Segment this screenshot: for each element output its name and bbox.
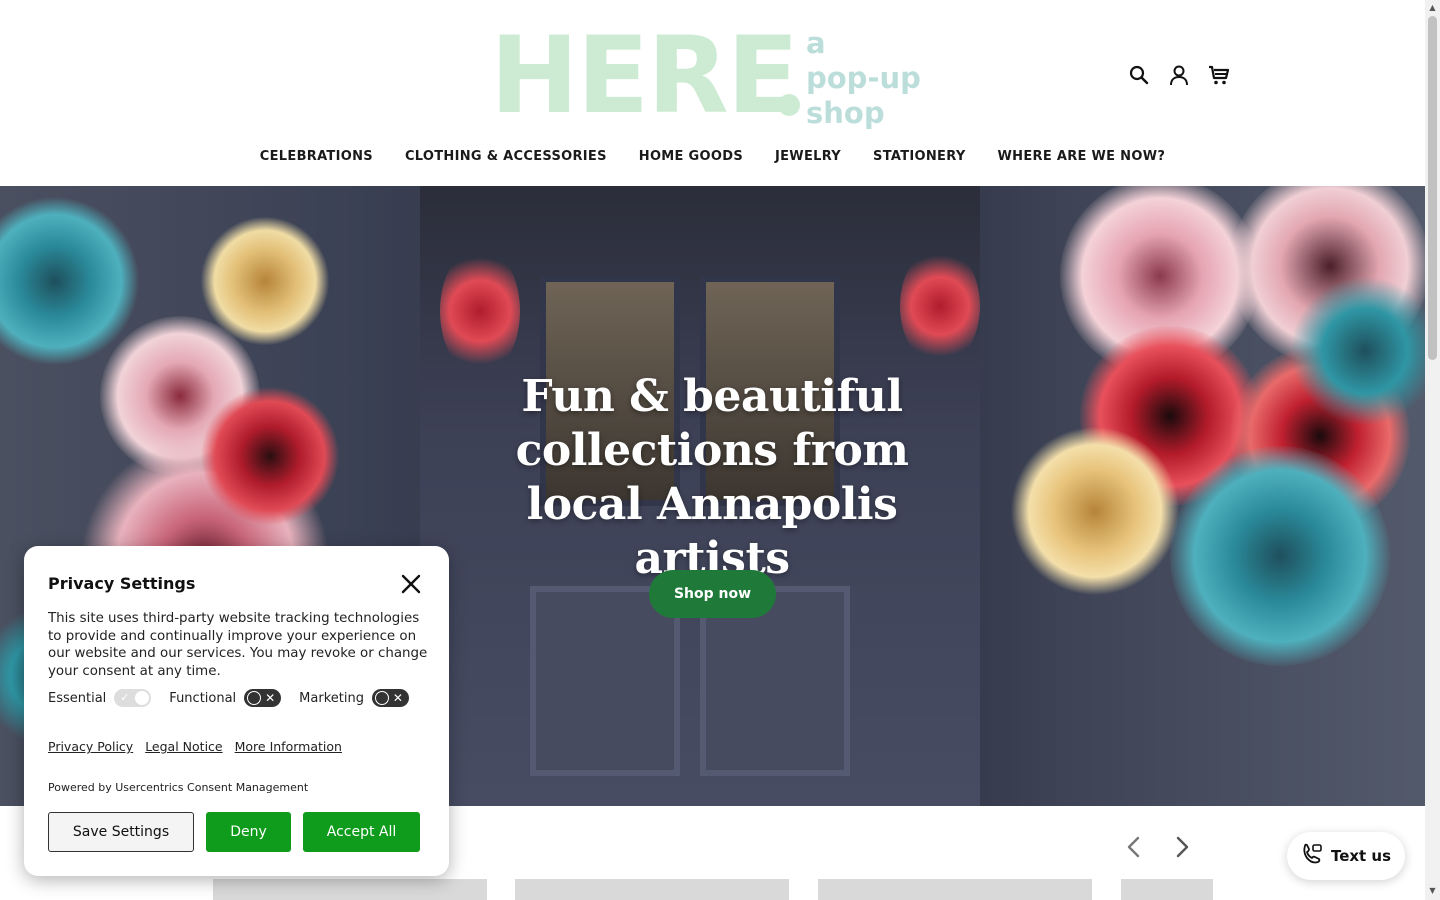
product-card[interactable] xyxy=(213,879,487,900)
essential-toggle: ✓ xyxy=(114,689,152,707)
site-header: HERE a pop-up shop CELEBRATIONS CLOTHING… xyxy=(0,0,1425,186)
scroll-thumb[interactable] xyxy=(1428,16,1437,360)
flower-decoration xyxy=(440,246,520,376)
shop-now-button[interactable]: Shop now xyxy=(649,570,776,618)
more-information-link[interactable]: More Information xyxy=(235,739,342,754)
product-card[interactable] xyxy=(1121,879,1213,900)
privacy-settings-dialog: Privacy Settings This site uses third-pa… xyxy=(24,546,449,876)
product-card[interactable] xyxy=(818,879,1092,900)
logo-sub-line: shop xyxy=(806,96,885,130)
flower-decoration xyxy=(900,246,980,366)
flower-decoration xyxy=(200,386,340,526)
header-icons xyxy=(1126,62,1232,88)
legal-notice-link[interactable]: Legal Notice xyxy=(145,739,222,754)
marketing-toggle[interactable]: ✕ xyxy=(371,689,409,707)
logo-subtitle: a pop-up shop xyxy=(806,26,921,131)
logo-sub-line: a xyxy=(806,26,826,60)
account-icon[interactable] xyxy=(1166,62,1192,88)
main-nav: CELEBRATIONS CLOTHING & ACCESSORIES HOME… xyxy=(0,146,1425,167)
page-scrollbar[interactable]: ▲ ▼ xyxy=(1425,0,1440,900)
logo-sub-line: pop-up xyxy=(806,61,921,95)
hero-door-panel xyxy=(530,586,680,776)
functional-toggle[interactable]: ✕ xyxy=(244,689,282,707)
flower-decoration xyxy=(1170,446,1390,666)
logo-main-text: HERE xyxy=(490,14,799,137)
privacy-policy-link[interactable]: Privacy Policy xyxy=(48,739,133,754)
chevron-right-icon[interactable] xyxy=(1170,834,1196,860)
hero-title: Fun & beautiful collections from local A… xyxy=(515,371,909,584)
scroll-up-arrow[interactable]: ▲ xyxy=(1428,3,1437,12)
flower-decoration xyxy=(1010,426,1180,596)
text-us-button[interactable]: Text us xyxy=(1287,832,1405,880)
nav-item-stationery[interactable]: STATIONERY xyxy=(857,146,982,167)
deny-button[interactable]: Deny xyxy=(206,812,291,852)
nav-item-home-goods[interactable]: HOME GOODS xyxy=(623,146,759,167)
scroll-down-arrow[interactable]: ▼ xyxy=(1428,886,1437,895)
close-icon[interactable] xyxy=(400,573,422,595)
save-settings-button[interactable]: Save Settings xyxy=(48,812,194,852)
toggle-label-essential: Essential xyxy=(48,690,107,706)
nav-item-jewelry[interactable]: JEWELRY xyxy=(759,146,857,167)
product-card[interactable] xyxy=(515,879,789,900)
nav-item-where-are-we[interactable]: WHERE ARE WE NOW? xyxy=(982,146,1182,167)
privacy-links: Privacy Policy Legal Notice More Informa… xyxy=(48,739,342,754)
privacy-description: This site uses third-party website track… xyxy=(48,611,428,679)
nav-item-clothing[interactable]: CLOTHING & ACCESSORIES xyxy=(389,146,623,167)
logo[interactable]: HERE a pop-up shop xyxy=(490,14,940,137)
cart-icon[interactable] xyxy=(1206,62,1232,88)
flower-decoration xyxy=(0,196,140,366)
nav-item-celebrations[interactable]: CELEBRATIONS xyxy=(244,146,389,167)
logo-dot xyxy=(778,94,800,116)
consent-toggles: Essential ✓ Functional ✕ Marketing ✕ xyxy=(48,689,427,707)
search-icon[interactable] xyxy=(1126,62,1152,88)
toggle-label-marketing: Marketing xyxy=(299,690,364,706)
text-us-label: Text us xyxy=(1330,847,1392,865)
powered-by-text: Powered by Usercentrics Consent Manageme… xyxy=(48,781,309,794)
privacy-title: Privacy Settings xyxy=(48,574,196,593)
toggle-label-functional: Functional xyxy=(169,690,237,706)
accept-all-button[interactable]: Accept All xyxy=(303,812,420,852)
chevron-left-icon[interactable] xyxy=(1120,834,1146,860)
phone-message-icon xyxy=(1301,843,1323,869)
